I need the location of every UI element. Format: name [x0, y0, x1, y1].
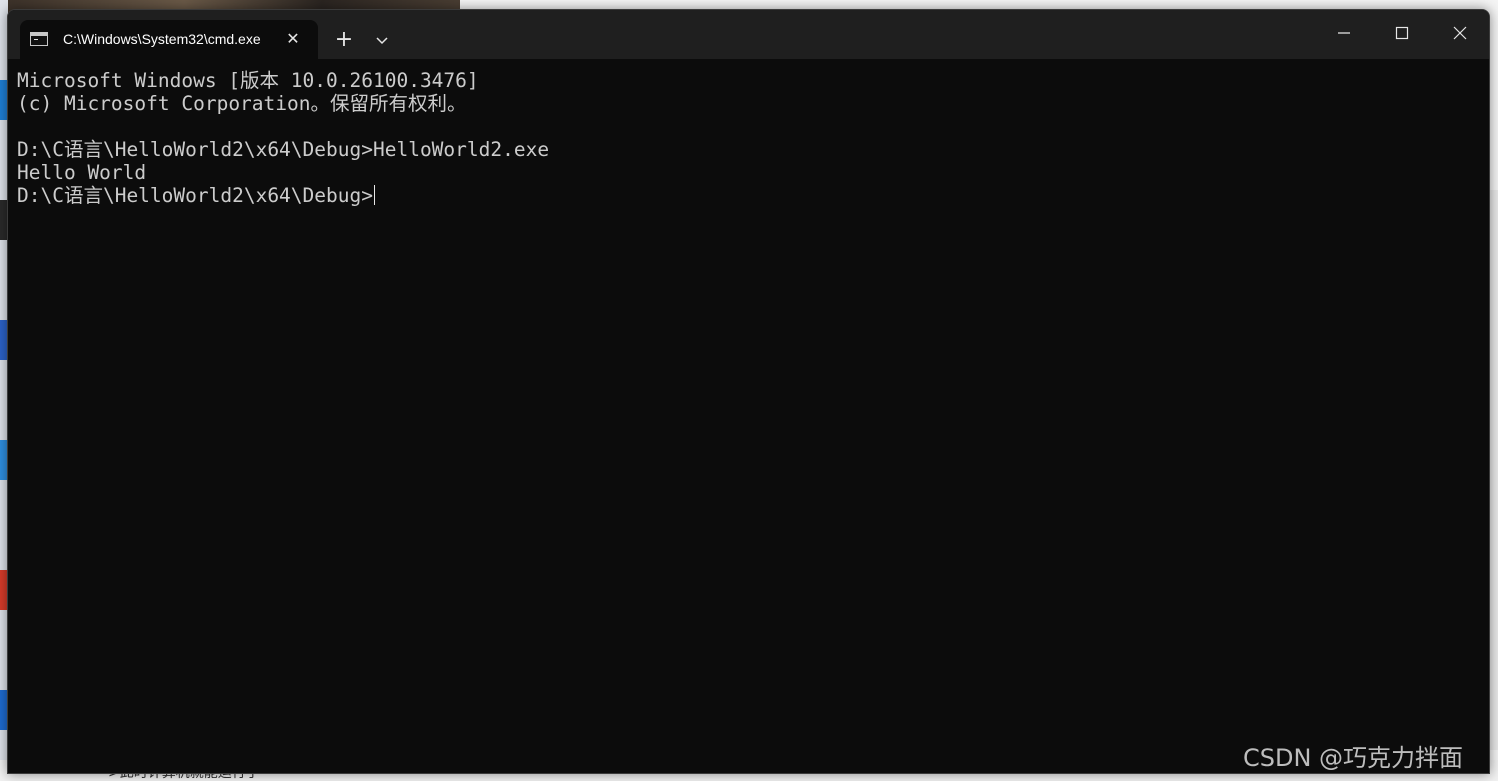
console-line: D:\C语言\HelloWorld2\x64\Debug>HelloWorld2…: [17, 138, 550, 161]
close-button[interactable]: [1431, 10, 1489, 54]
console-output[interactable]: Microsoft Windows [版本 10.0.26100.3476] (…: [8, 59, 1489, 773]
console-lines: Microsoft Windows [版本 10.0.26100.3476] (…: [17, 69, 549, 207]
tab-title: C:\Windows\System32\cmd.exe: [63, 31, 261, 47]
tab-dropdown-button[interactable]: [368, 27, 396, 55]
console-icon: [30, 32, 48, 46]
console-line: Hello World: [17, 161, 147, 184]
close-icon: [1453, 26, 1467, 40]
chevron-down-icon: [376, 37, 388, 45]
tab-close-button[interactable]: ✕: [282, 28, 304, 50]
terminal-window: C:\Windows\System32\cmd.exe ✕ + Microsof…: [7, 9, 1490, 774]
text-cursor: [373, 185, 375, 205]
minimize-button[interactable]: [1315, 10, 1373, 54]
console-line: (c) Microsoft Corporation。保留所有权利。: [17, 92, 467, 115]
console-prompt-line[interactable]: D:\C语言\HelloWorld2\x64\Debug>: [17, 184, 549, 207]
watermark: CSDN @巧克力拌面: [1243, 744, 1464, 772]
maximize-button[interactable]: [1373, 10, 1431, 54]
maximize-icon: [1395, 26, 1409, 40]
minimize-icon: [1338, 32, 1350, 34]
title-bar[interactable]: C:\Windows\System32\cmd.exe ✕ +: [8, 10, 1489, 59]
new-tab-button[interactable]: +: [330, 27, 358, 55]
console-line: Microsoft Windows [版本 10.0.26100.3476]: [17, 69, 479, 92]
tab-cmd[interactable]: C:\Windows\System32\cmd.exe ✕: [20, 20, 318, 59]
console-prompt: D:\C语言\HelloWorld2\x64\Debug>: [17, 184, 373, 207]
